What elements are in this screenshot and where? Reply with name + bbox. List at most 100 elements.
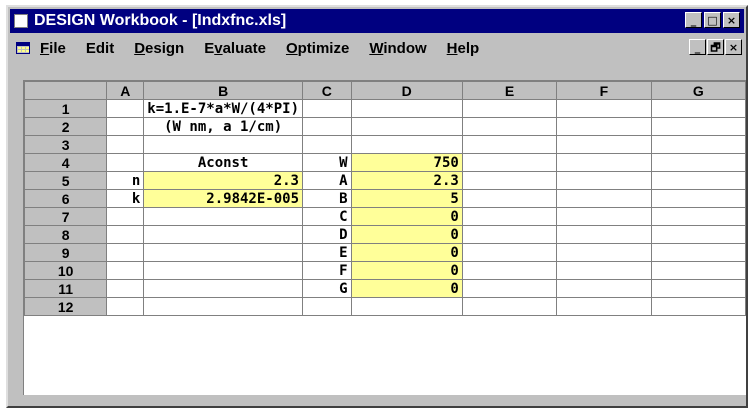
cell-b5[interactable]: 2.3: [143, 171, 303, 190]
cell-b4[interactable]: Aconst: [143, 153, 303, 172]
cell-g2[interactable]: [650, 117, 747, 136]
cell-a2[interactable]: [106, 117, 145, 136]
cell-c10[interactable]: F: [302, 261, 352, 280]
cell-g11[interactable]: [650, 279, 747, 298]
cell-a11[interactable]: [106, 279, 145, 298]
cell-f4[interactable]: [556, 153, 652, 172]
cell-b9[interactable]: [143, 243, 303, 262]
cell-g5[interactable]: [650, 171, 747, 190]
menu-evaluate[interactable]: Evaluate: [204, 40, 266, 57]
cell-d11[interactable]: 0: [350, 279, 463, 298]
cell-d12[interactable]: [350, 297, 463, 316]
cell-b1[interactable]: k=1.E-7*a*W/(4*PI): [143, 99, 303, 118]
cell-d7[interactable]: 0: [350, 207, 463, 226]
cell-a3[interactable]: [106, 135, 145, 154]
cell-b8[interactable]: [143, 225, 303, 244]
menu-window[interactable]: Window: [369, 40, 426, 57]
column-header-c[interactable]: C: [302, 81, 352, 100]
column-header-d[interactable]: D: [350, 81, 463, 100]
menu-help[interactable]: Help: [447, 40, 480, 57]
menu-design[interactable]: Design: [134, 40, 184, 57]
cell-g3[interactable]: [650, 135, 747, 154]
cell-c7[interactable]: C: [302, 207, 352, 226]
cell-e4[interactable]: [461, 153, 558, 172]
cell-e10[interactable]: [461, 261, 558, 280]
cell-c8[interactable]: D: [302, 225, 352, 244]
maximize-button[interactable]: □: [704, 12, 721, 28]
cell-c2[interactable]: [302, 117, 352, 136]
cell-g6[interactable]: [650, 189, 747, 208]
cell-e5[interactable]: [461, 171, 558, 190]
column-header-g[interactable]: G: [650, 81, 747, 100]
cell-f7[interactable]: [556, 207, 652, 226]
cell-e2[interactable]: [461, 117, 558, 136]
column-header-b[interactable]: B: [143, 81, 303, 100]
cell-d8[interactable]: 0: [350, 225, 463, 244]
cell-f3[interactable]: [556, 135, 652, 154]
row-header[interactable]: 7: [23, 207, 108, 226]
close-button[interactable]: ×: [723, 12, 740, 28]
cell-a4[interactable]: [106, 153, 145, 172]
cell-b10[interactable]: [143, 261, 303, 280]
title-bar[interactable]: DESIGN Workbook - [Indxfnc.xls] _ □ ×: [10, 9, 744, 33]
app-icon[interactable]: [14, 14, 28, 28]
cell-f1[interactable]: [556, 99, 652, 118]
doc-close-button[interactable]: ×: [725, 39, 742, 55]
cell-a12[interactable]: [106, 297, 145, 316]
cell-a9[interactable]: [106, 243, 145, 262]
row-header[interactable]: 11: [23, 279, 108, 298]
cell-d4[interactable]: 750: [350, 153, 463, 172]
menu-file[interactable]: File: [40, 40, 66, 57]
cell-b11[interactable]: [143, 279, 303, 298]
doc-restore-button[interactable]: 🗗: [707, 39, 724, 55]
cell-e9[interactable]: [461, 243, 558, 262]
cell-c11[interactable]: G: [302, 279, 352, 298]
cell-d5[interactable]: 2.3: [350, 171, 463, 190]
cell-e7[interactable]: [461, 207, 558, 226]
cell-f9[interactable]: [556, 243, 652, 262]
spreadsheet-icon[interactable]: [16, 42, 30, 54]
cell-d10[interactable]: 0: [350, 261, 463, 280]
cell-g12[interactable]: [650, 297, 747, 316]
cell-f8[interactable]: [556, 225, 652, 244]
cell-f10[interactable]: [556, 261, 652, 280]
cell-c4[interactable]: W: [302, 153, 352, 172]
row-header[interactable]: 1: [23, 99, 108, 118]
cell-d6[interactable]: 5: [350, 189, 463, 208]
cell-b2[interactable]: (W nm, a 1/cm): [143, 117, 303, 136]
cell-e8[interactable]: [461, 225, 558, 244]
row-header[interactable]: 8: [23, 225, 108, 244]
cell-a7[interactable]: [106, 207, 145, 226]
cell-a10[interactable]: [106, 261, 145, 280]
cell-e11[interactable]: [461, 279, 558, 298]
menu-optimize[interactable]: Optimize: [286, 40, 349, 57]
cell-a5[interactable]: n: [106, 171, 145, 190]
cell-b12[interactable]: [143, 297, 303, 316]
cell-g7[interactable]: [650, 207, 747, 226]
cell-g9[interactable]: [650, 243, 747, 262]
cell-b7[interactable]: [143, 207, 303, 226]
cell-f6[interactable]: [556, 189, 652, 208]
cell-a8[interactable]: [106, 225, 145, 244]
cell-g1[interactable]: [650, 99, 747, 118]
cell-e3[interactable]: [461, 135, 558, 154]
row-header[interactable]: 10: [23, 261, 108, 280]
row-header[interactable]: 9: [23, 243, 108, 262]
column-header-a[interactable]: A: [106, 81, 145, 100]
cell-b6[interactable]: 2.9842E-005: [143, 189, 303, 208]
menu-edit[interactable]: Edit: [86, 40, 114, 57]
row-header[interactable]: 6: [23, 189, 108, 208]
cell-e12[interactable]: [461, 297, 558, 316]
cell-a6[interactable]: k: [106, 189, 145, 208]
cell-g4[interactable]: [650, 153, 747, 172]
row-header[interactable]: 5: [23, 171, 108, 190]
cell-c6[interactable]: B: [302, 189, 352, 208]
column-header-e[interactable]: E: [461, 81, 558, 100]
cell-d9[interactable]: 0: [350, 243, 463, 262]
cell-c3[interactable]: [302, 135, 352, 154]
cell-b3[interactable]: [143, 135, 303, 154]
row-header[interactable]: 3: [23, 135, 108, 154]
cell-e6[interactable]: [461, 189, 558, 208]
cell-d3[interactable]: [350, 135, 463, 154]
cell-g10[interactable]: [650, 261, 747, 280]
